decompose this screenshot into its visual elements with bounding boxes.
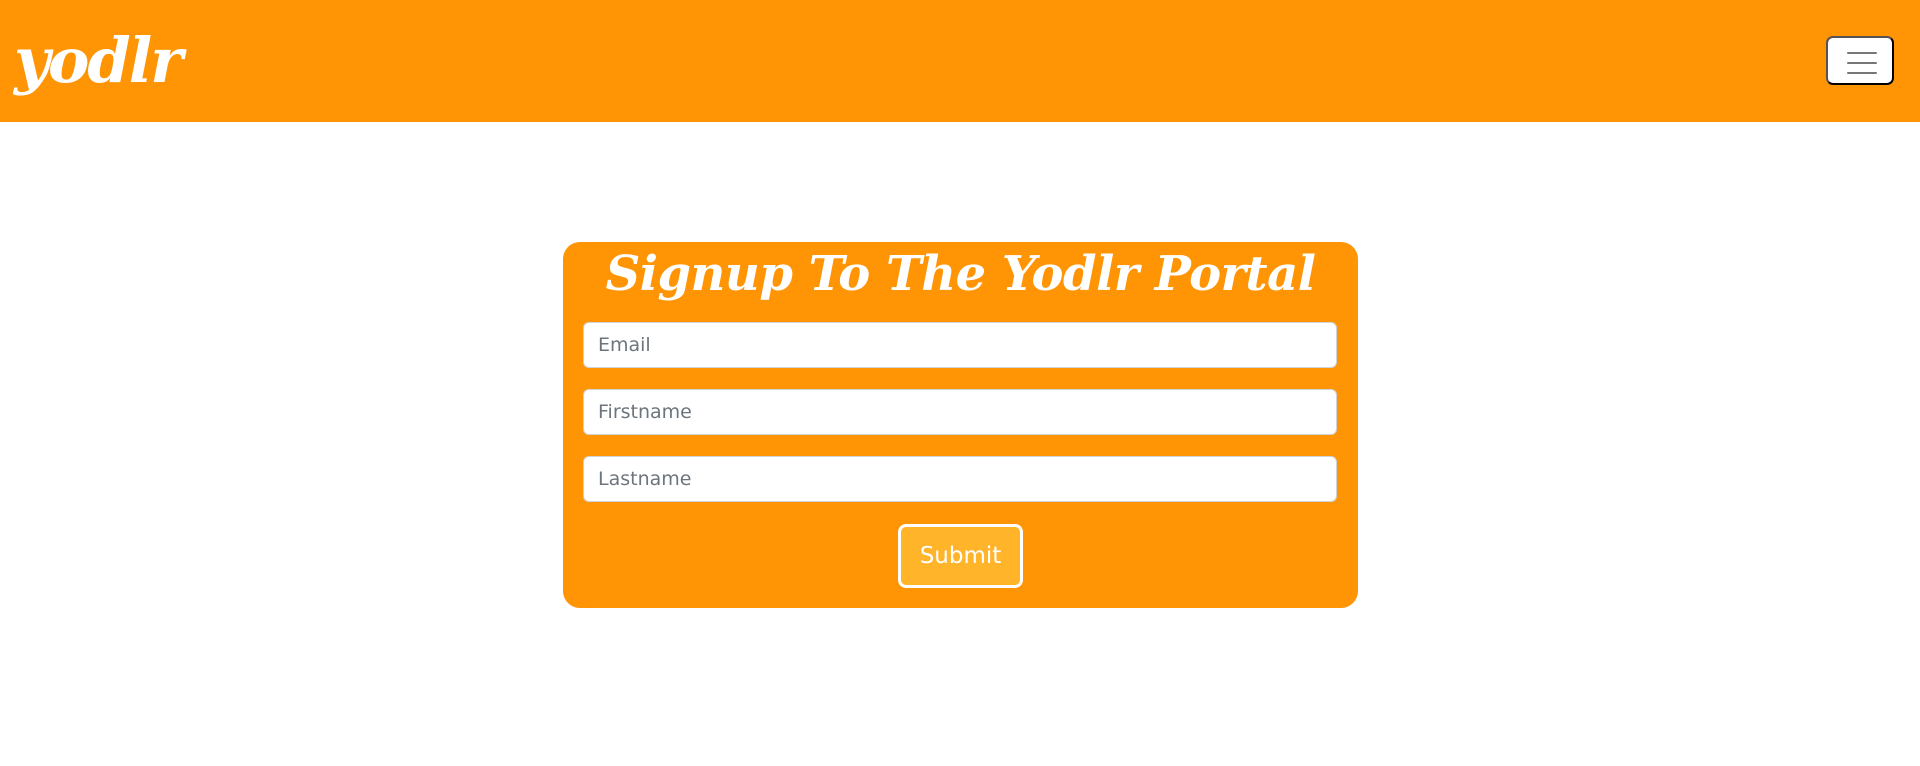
signup-title: Signup To The Yodlr Portal — [605, 246, 1316, 302]
lastname-field[interactable] — [583, 456, 1337, 502]
navbar-toggle-button[interactable] — [1826, 36, 1894, 85]
email-field[interactable] — [583, 322, 1337, 368]
hamburger-menu-icon — [1847, 52, 1877, 54]
top-navbar: yodlr — [0, 0, 1920, 122]
submit-button[interactable]: Submit — [898, 524, 1023, 588]
signup-form: Signup To The Yodlr Portal Submit — [563, 242, 1358, 608]
hamburger-menu-icon-line — [1847, 62, 1877, 64]
firstname-field[interactable] — [583, 389, 1337, 435]
hamburger-menu-icon-line — [1847, 72, 1877, 74]
brand-logo[interactable]: yodlr — [14, 18, 183, 104]
